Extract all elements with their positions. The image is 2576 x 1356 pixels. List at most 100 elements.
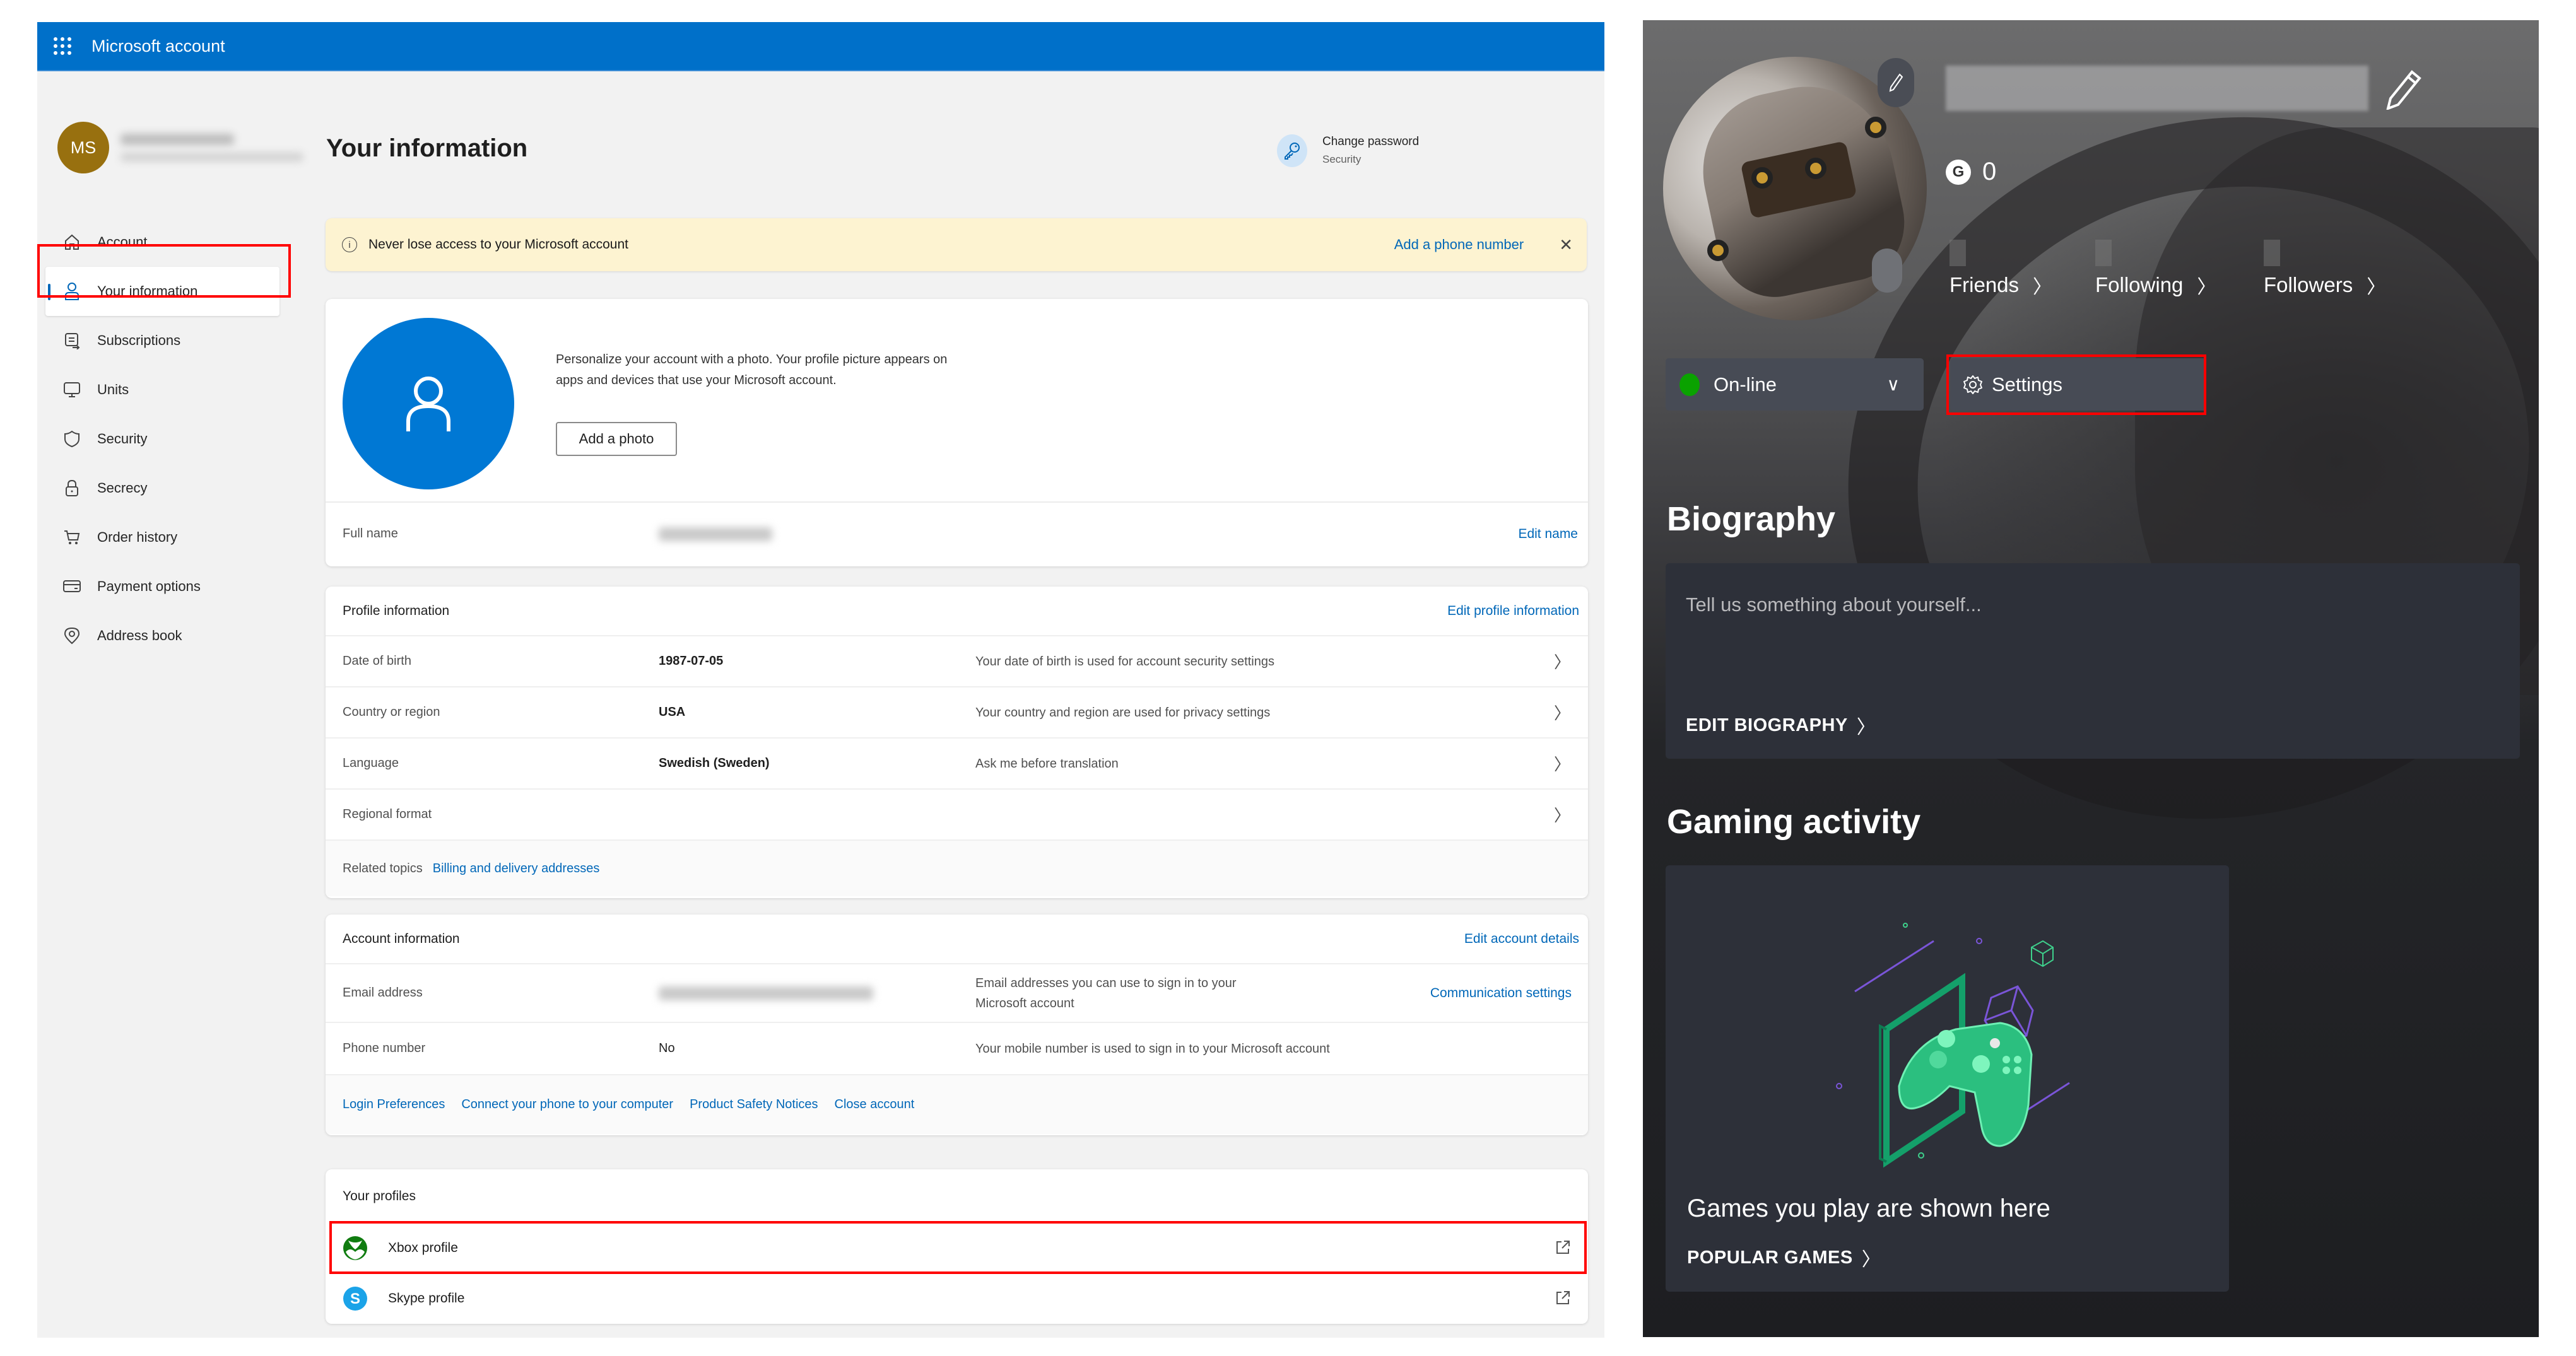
edit-biography-link[interactable]: EDIT BIOGRAPHY 〉 <box>1686 711 1876 739</box>
cart-icon <box>62 528 81 547</box>
skype-profile-link[interactable]: S Skype profile <box>326 1273 1588 1324</box>
biography-box: Tell us something about yourself... EDIT… <box>1666 563 2520 759</box>
sidebar-item-label: Secrecy <box>97 480 148 496</box>
profile-information-card: Profile information Edit profile informa… <box>326 587 1588 898</box>
row-description: Ask me before translation <box>975 756 1119 771</box>
popular-games-link[interactable]: POPULAR GAMES 〉 <box>1687 1244 1881 1271</box>
person-icon <box>406 377 450 431</box>
sidebar-item-your-information[interactable]: Your information <box>45 267 279 316</box>
table-row[interactable]: Country or region USA Your country and r… <box>326 687 1588 739</box>
home-icon <box>62 233 81 252</box>
redacted-user-name-email <box>115 125 305 170</box>
sidebar-item-security[interactable]: Security <box>37 414 290 464</box>
banner-message: Never lose access to your Microsoft acco… <box>368 237 629 252</box>
sidebar-item-order-history[interactable]: Order history <box>37 513 290 562</box>
change-password-link[interactable]: Change password Security <box>1277 133 1419 168</box>
monitor-icon <box>62 380 81 399</box>
full-name-row: Full name Edit name <box>326 503 1588 565</box>
biography-title: Biography <box>1667 500 1836 538</box>
sidebar-item-payment-options[interactable]: Payment options <box>37 562 290 611</box>
product-safety-notices-link[interactable]: Product Safety Notices <box>690 1097 818 1112</box>
sidebar-item-subscriptions[interactable]: Subscriptions <box>37 316 290 365</box>
close-icon[interactable]: ✕ <box>1559 235 1573 255</box>
connect-phone-link[interactable]: Connect your phone to your computer <box>461 1097 673 1112</box>
gaming-activity-card: Games you play are shown here POPULAR GA… <box>1666 865 2229 1292</box>
followers-link[interactable]: Followers 〉 <box>2264 240 2386 299</box>
edit-biography-label: EDIT BIOGRAPHY <box>1686 715 1848 735</box>
profile-photo-placeholder[interactable] <box>343 318 514 489</box>
row-label: Regional format <box>343 807 432 821</box>
chevron-right-icon: 〉 <box>1553 755 1570 774</box>
row-label: Date of birth <box>343 654 411 668</box>
sidebar-item-label: Security <box>97 431 148 447</box>
xbox-profile-link[interactable]: Xbox profile <box>326 1223 1588 1273</box>
phone-description: Your mobile number is used to sign in to… <box>975 1041 1330 1056</box>
pencil-icon <box>2386 70 2421 111</box>
profile-photo-card: Personalize your account with a photo. Y… <box>326 299 1588 566</box>
profile-label: Skype profile <box>388 1291 465 1306</box>
communication-settings-link[interactable]: Communication settings <box>1430 986 1572 1001</box>
table-row[interactable]: Regional format 〉 <box>326 790 1588 841</box>
following-link[interactable]: Following 〉 <box>2095 240 2216 299</box>
profile-label: Xbox profile <box>388 1241 458 1255</box>
user-profile[interactable]: MS <box>57 122 305 173</box>
add-phone-number-link[interactable]: Add a phone number <box>1394 237 1524 253</box>
row-value: 1987-07-05 <box>659 654 724 668</box>
email-row: Email address Email addresses you can us… <box>326 964 1588 1023</box>
avatar: MS <box>57 122 109 173</box>
account-footer-links: Login Preferences Connect your phone to … <box>326 1075 1588 1134</box>
app-title[interactable]: Microsoft account <box>91 37 225 56</box>
key-icon <box>1277 134 1307 167</box>
table-row[interactable]: Date of birth 1987-07-05 Your date of bi… <box>326 636 1588 687</box>
app-launcher-icon[interactable] <box>54 37 73 56</box>
microsoft-account-window: Microsoft account MS Account Your inform… <box>37 22 1604 1338</box>
edit-gamerpic-button[interactable] <box>1878 58 1914 107</box>
presence-dropdown[interactable]: On-line ∨ <box>1666 358 1924 411</box>
person-icon <box>62 282 81 301</box>
biography-placeholder: Tell us something about yourself... <box>1686 593 1982 616</box>
settings-button[interactable]: Settings <box>1950 358 2206 411</box>
gaming-empty-text: Games you play are shown here <box>1687 1195 2050 1222</box>
chevron-right-icon: 〉 <box>2033 277 2052 298</box>
friends-link[interactable]: Friends 〉 <box>1950 240 2052 299</box>
controller-illustration-icon <box>1836 923 2070 1168</box>
sidebar-item-label: Order history <box>97 529 178 545</box>
sidebar-item-secrecy[interactable]: Secrecy <box>37 464 290 513</box>
chevron-right-icon: 〉 <box>1553 653 1570 672</box>
billing-delivery-addresses-link[interactable]: Billing and delivery addresses <box>433 862 600 876</box>
add-photo-button[interactable]: Add a photo <box>556 422 677 456</box>
chevron-right-icon: 〉 <box>1856 717 1876 738</box>
login-preferences-link[interactable]: Login Preferences <box>343 1097 445 1112</box>
chevron-right-icon: 〉 <box>2367 277 2386 298</box>
sidebar-item-account[interactable]: Account <box>37 218 290 267</box>
credit-card-icon <box>62 577 81 596</box>
chevron-down-icon: ∨ <box>1886 375 1900 394</box>
sidebar-item-units[interactable]: Units <box>37 365 290 414</box>
info-icon: i <box>342 237 357 252</box>
edit-profile-information-link[interactable]: Edit profile information <box>1447 604 1579 619</box>
edit-name-link[interactable]: Edit name <box>1518 527 1578 542</box>
social-label: Followers <box>2264 273 2353 296</box>
xbox-logo-icon <box>343 1236 368 1261</box>
pencil-icon <box>1889 73 1903 92</box>
redacted-full-name <box>659 527 772 541</box>
related-topics: Related topics Billing and delivery addr… <box>326 841 1588 896</box>
table-row[interactable]: Language Swedish (Sweden) Ask me before … <box>326 739 1588 790</box>
full-name-label: Full name <box>343 527 398 541</box>
edit-account-details-link[interactable]: Edit account details <box>1464 932 1579 947</box>
social-label: Friends <box>1950 273 2020 296</box>
external-link-icon <box>1555 1240 1570 1259</box>
popular-games-label: POPULAR GAMES <box>1687 1247 1853 1268</box>
settings-label: Settings <box>1992 373 2063 395</box>
row-label: Country or region <box>343 705 440 719</box>
sidebar-item-address-book[interactable]: Address book <box>37 611 290 660</box>
chevron-right-icon: 〉 <box>1553 704 1570 723</box>
sidebar-item-label: Your information <box>97 283 198 299</box>
change-password-subtitle: Security <box>1322 153 1362 165</box>
close-account-link[interactable]: Close account <box>835 1097 915 1112</box>
gamerscore-value: 0 <box>1982 158 1997 185</box>
chevron-right-icon: 〉 <box>1861 1249 1881 1270</box>
edit-gamertag-button[interactable] <box>2384 69 2422 113</box>
skype-logo-icon: S <box>343 1286 368 1311</box>
phone-number-banner: i Never lose access to your Microsoft ac… <box>326 218 1587 271</box>
